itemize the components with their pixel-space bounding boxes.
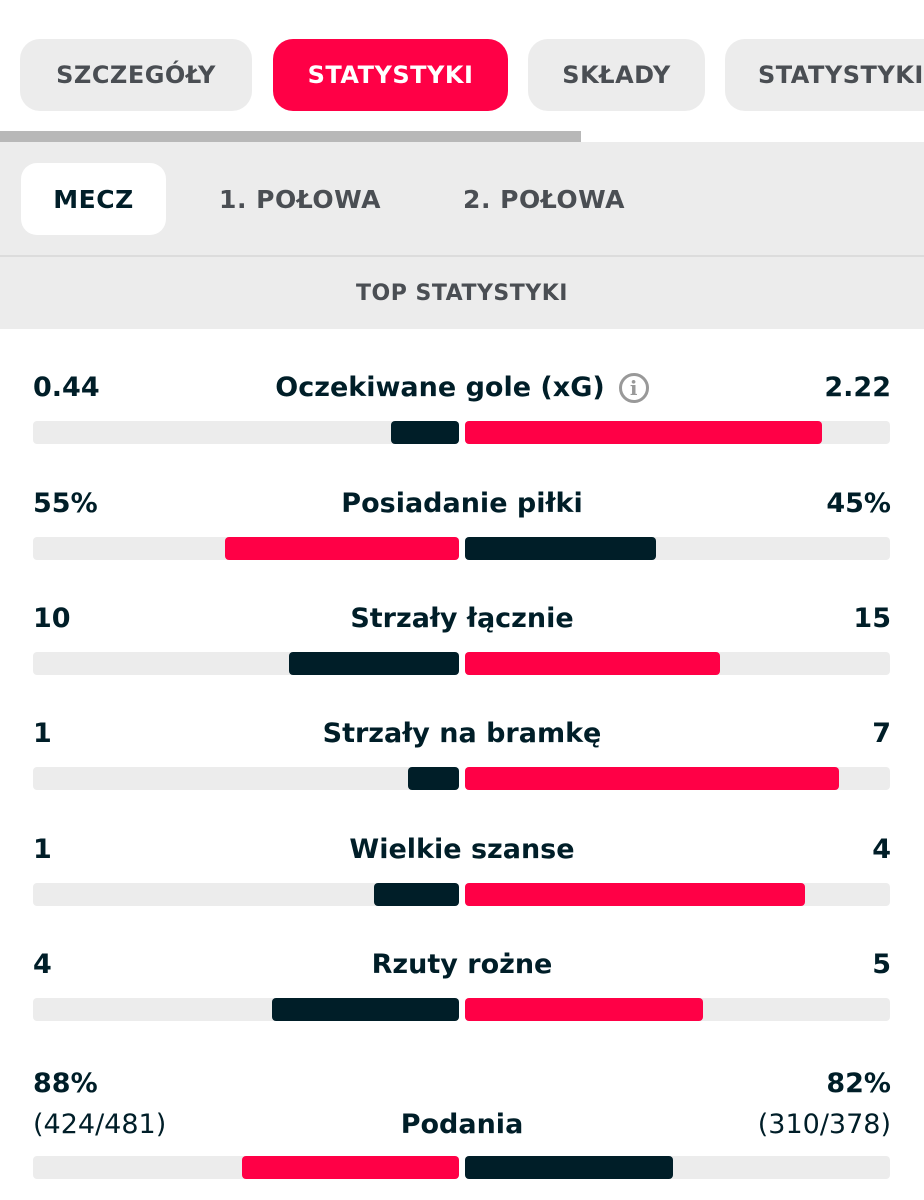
stat-label-wrap: Oczekiwane gole (xG) i xyxy=(275,370,649,406)
stat-label-wrap: Rzuty rożne xyxy=(372,947,553,983)
stat-home-bar xyxy=(271,998,459,1021)
period-tabs: MECZ 1. POŁOWA 2. POŁOWA xyxy=(0,142,924,255)
stat-label-row: Posiadanie piłki xyxy=(0,486,924,522)
stat-away-value: 2.22 xyxy=(824,372,891,403)
stat-label-row: Strzały na bramkę xyxy=(0,716,924,752)
stat-away-track xyxy=(465,998,890,1021)
passes-label: Podania xyxy=(400,1109,524,1140)
stat-label: Strzały na bramkę xyxy=(322,718,602,749)
stat-away-bar xyxy=(465,767,839,790)
main-tabs: SZCZEGÓŁY STATYSTYKI SKŁADY STATYSTYKI xyxy=(0,0,924,142)
stat-home-track xyxy=(33,652,459,675)
stat-label: Posiadanie piłki xyxy=(341,488,583,519)
stat-row-posiadanie-pilki: 55% Posiadanie piłki 45% xyxy=(0,486,924,586)
stat-label-row: Rzuty rożne xyxy=(0,947,924,983)
stat-label-wrap: Wielkie szanse xyxy=(349,832,574,868)
stat-home-track xyxy=(33,998,459,1021)
subtab-mecz[interactable]: MECZ xyxy=(21,163,166,235)
stat-away-value: 5 xyxy=(872,949,891,980)
stat-away-track xyxy=(465,421,890,444)
tab-szczegoly[interactable]: SZCZEGÓŁY xyxy=(20,39,252,111)
stat-away-value: 4 xyxy=(872,834,891,865)
stat-away-track xyxy=(465,883,890,906)
stat-away-track xyxy=(465,767,890,790)
stat-home-bar xyxy=(224,537,459,560)
passes-away-pct: 82% xyxy=(826,1068,891,1099)
stat-label-row: Strzały łącznie xyxy=(0,601,924,637)
stat-label-wrap: Posiadanie piłki xyxy=(341,486,582,522)
stat-label-row: Oczekiwane gole (xG) i xyxy=(0,370,924,406)
passes-home-track xyxy=(33,1156,459,1179)
passes-home-bar xyxy=(241,1156,459,1179)
stat-label-wrap: Strzały na bramkę xyxy=(323,716,602,752)
stat-label-row: Wielkie szanse xyxy=(0,832,924,868)
tab-statystyki[interactable]: STATYSTYKI xyxy=(273,39,508,111)
subtab-1-polowa[interactable]: 1. POŁOWA xyxy=(200,163,400,235)
stat-home-bar xyxy=(288,652,459,675)
stat-label: Oczekiwane gole (xG) xyxy=(275,372,605,403)
stat-label: Wielkie szanse xyxy=(349,834,575,865)
stat-away-bar xyxy=(465,652,720,675)
stat-row-oczekiwane-gole-xg: 0.44 Oczekiwane gole (xG) i 2.22 xyxy=(0,370,924,470)
stat-row-rzuty-rozne: 4 Rzuty rożne 5 xyxy=(0,947,924,1047)
tab-statystyki-2[interactable]: STATYSTYKI xyxy=(725,39,924,111)
stat-row-strzaly-na-bramke: 1 Strzały na bramkę 7 xyxy=(0,716,924,816)
stat-away-track xyxy=(465,652,890,675)
stat-label: Rzuty rożne xyxy=(371,949,553,980)
info-icon[interactable]: i xyxy=(618,373,649,403)
stat-away-bar xyxy=(465,883,805,906)
section-title: TOP STATYSTYKI xyxy=(0,257,924,329)
passes-away-track xyxy=(465,1156,890,1179)
stat-away-bar xyxy=(465,537,657,560)
stat-away-bar xyxy=(465,421,822,444)
stat-row-passes: 88% (424/481) 82% (310/378) Podania xyxy=(0,1066,924,1200)
stat-row-strzaly-lacznie: 10 Strzały łącznie 15 xyxy=(0,601,924,701)
stat-home-track xyxy=(33,421,459,444)
stat-home-bar xyxy=(373,883,459,906)
subtab-2-polowa[interactable]: 2. POŁOWA xyxy=(443,163,645,235)
stat-row-wielkie-szanse: 1 Wielkie szanse 4 xyxy=(0,832,924,932)
stat-away-value: 15 xyxy=(853,603,891,634)
tab-sklady[interactable]: SKŁADY xyxy=(528,39,705,111)
stat-away-bar xyxy=(465,998,703,1021)
stat-label-wrap: Strzały łącznie xyxy=(350,601,573,637)
stat-label: Strzały łącznie xyxy=(350,603,574,634)
passes-away-bar xyxy=(465,1156,674,1179)
stat-home-track xyxy=(33,537,459,560)
passes-home-pct: 88% xyxy=(33,1068,98,1099)
stat-away-value: 7 xyxy=(872,718,891,749)
stat-home-bar xyxy=(390,421,459,444)
tabs-scroll-indicator xyxy=(0,131,581,142)
stat-home-bar xyxy=(407,767,459,790)
stat-away-track xyxy=(465,537,890,560)
stat-home-track xyxy=(33,767,459,790)
stat-away-value: 45% xyxy=(826,488,891,519)
stat-home-track xyxy=(33,883,459,906)
